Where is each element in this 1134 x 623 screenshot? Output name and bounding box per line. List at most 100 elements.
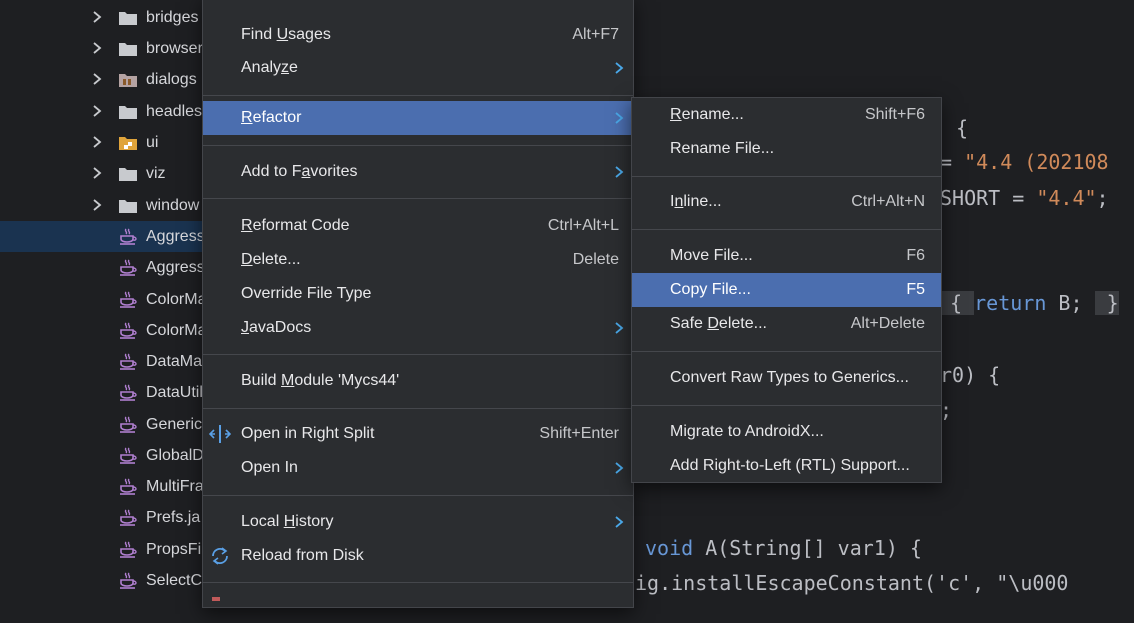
tree-item[interactable]: SelectC [0, 565, 205, 596]
closed-folder-icon [119, 168, 137, 181]
menu-item-label: Inline... [670, 193, 722, 211]
tree-item[interactable]: MultiFra [0, 471, 205, 502]
label-text: Rename File... [670, 140, 775, 157]
label-text: Safe [670, 315, 708, 332]
menu-item-partial-item[interactable] [203, 589, 633, 623]
menu-item-delete[interactable]: Delete... Delete [203, 243, 633, 277]
menu-item-analyze[interactable]: Analyze [203, 51, 633, 85]
tree-item-label: MultiFra [146, 478, 204, 495]
java-class-icon [118, 353, 138, 371]
submenu-chevron-icon [613, 111, 625, 125]
shortcut-label: Shift+Enter [539, 425, 619, 442]
menu-item-override-file-type[interactable]: Override File Type [203, 277, 633, 311]
folder-icon [118, 103, 138, 121]
tree-item[interactable]: Generic [0, 409, 205, 440]
tree-item[interactable]: DataUtil [0, 377, 205, 408]
menu-item-label: Reformat Code [241, 217, 350, 235]
package-icon [118, 134, 138, 152]
tree-item[interactable]: window [0, 190, 205, 221]
menu-item-label: Convert Raw Types to Generics... [670, 369, 909, 387]
mnemonic-letter: J [241, 319, 249, 336]
code-token: SHORT = [940, 186, 1037, 210]
folder-icon [118, 9, 138, 27]
chevron-right-icon [615, 112, 624, 124]
shortcut-label: F6 [906, 247, 925, 264]
menu-item-javadocs[interactable]: JavaDocs [203, 311, 633, 345]
expand-arrow-icon[interactable] [90, 72, 104, 86]
menu-item-refactor[interactable]: Refactor [203, 101, 633, 135]
menu-item-inline[interactable]: Inline... Ctrl+Alt+N [632, 185, 941, 219]
tree-item-label: ColorMa [146, 291, 205, 308]
menu-separator [203, 408, 633, 409]
java-cup-icon [120, 291, 137, 308]
menu-separator [203, 354, 633, 355]
menu-item-add-to-favorites[interactable]: Add to Favorites [203, 155, 633, 189]
tree-item[interactable]: headles [0, 96, 205, 127]
code-token: return [974, 291, 1047, 315]
tree-item[interactable]: browser [0, 33, 205, 64]
mnemonic-letter: D [241, 251, 253, 268]
label-text: Convert Raw Types to Generics... [670, 369, 909, 386]
menu-item-build-module[interactable]: Build Module 'Mycs44' [203, 364, 633, 398]
tree-item[interactable]: ColorMa [0, 315, 205, 346]
chevron-right-icon [93, 167, 102, 179]
tree-item[interactable]: bridges [0, 2, 205, 33]
expand-arrow-icon[interactable] [90, 166, 104, 180]
tree-item[interactable]: Aggress [0, 252, 205, 283]
menu-item-migrate-androidx[interactable]: Migrate to AndroidX... [632, 415, 941, 449]
expand-arrow-icon[interactable] [90, 198, 104, 212]
expand-arrow-icon[interactable] [90, 104, 104, 118]
menu-separator [632, 229, 941, 230]
label-text: ename... [681, 106, 744, 123]
shortcut-label: Alt+F7 [572, 26, 619, 43]
shortcut-label: F5 [906, 281, 925, 298]
tree-item-label: window [146, 197, 200, 214]
menu-item-open-in[interactable]: Open In [203, 451, 633, 485]
shortcut-label: Ctrl+Alt+L [547, 217, 619, 234]
menu-item-add-rtl-support[interactable]: Add Right-to-Left (RTL) Support... [632, 449, 941, 483]
submenu-chevron-icon [613, 61, 625, 75]
menu-item-open-in-right-split[interactable]: Open in Right Split Shift+Enter [203, 417, 633, 451]
menu-item-label: Build Module 'Mycs44' [241, 372, 399, 390]
tree-item[interactable]: dialogs [0, 64, 205, 95]
menu-item-reformat-code[interactable]: Reformat Code Ctrl+Alt+L [203, 209, 633, 243]
code-token: ; [1096, 186, 1109, 210]
menu-item-rename-file[interactable]: Rename File... [632, 132, 941, 166]
java-class-icon [118, 572, 138, 590]
label-text: Copy File... [670, 281, 751, 298]
tree-item[interactable]: ColorMa [0, 284, 205, 315]
menu-item-rename[interactable]: Rename... Shift+F6 [632, 98, 941, 132]
menu-item-convert-raw-types[interactable]: Convert Raw Types to Generics... [632, 361, 941, 395]
menu-item-label: Add to Favorites [241, 163, 358, 181]
label-text: Override File Type [241, 285, 372, 302]
tree-item[interactable]: Aggress [0, 221, 205, 252]
menu-item-find-usages[interactable]: Find Usages Alt+F7 [203, 18, 633, 52]
tree-item[interactable]: viz [0, 158, 205, 189]
menu-item-copy-file[interactable]: Copy File... F5 [632, 273, 941, 307]
split-vertical-icon [208, 425, 232, 443]
label-text: elete... [252, 251, 301, 268]
menu-separator [203, 582, 633, 583]
expand-arrow-icon[interactable] [90, 135, 104, 149]
java-cup-icon [120, 353, 137, 370]
menu-item-local-history[interactable]: Local History [203, 505, 633, 539]
menu-separator [203, 95, 633, 96]
code-token: A(String[] var1) { [693, 536, 922, 560]
java-class-icon [118, 447, 138, 465]
chevron-right-icon [93, 11, 102, 23]
tree-item[interactable]: PropsFi [0, 534, 205, 565]
tree-item[interactable]: ui [0, 127, 205, 158]
menu-item-safe-delete[interactable]: Safe Delete... Alt+Delete [632, 307, 941, 341]
menu-item-move-file[interactable]: Move File... F6 [632, 239, 941, 273]
menu-item-reload-from-disk[interactable]: Reload from Disk [203, 539, 633, 573]
tree-item[interactable]: DataMa [0, 346, 205, 377]
expand-arrow-icon[interactable] [90, 10, 104, 24]
code-token: B; [1046, 291, 1095, 315]
folder-icon [118, 71, 138, 89]
tree-item[interactable]: GlobalD [0, 440, 205, 471]
label-text: eformat Code [252, 217, 350, 234]
tree-item[interactable]: Prefs.ja [0, 502, 205, 533]
menu-separator [203, 495, 633, 496]
menu-separator [632, 405, 941, 406]
expand-arrow-icon[interactable] [90, 41, 104, 55]
